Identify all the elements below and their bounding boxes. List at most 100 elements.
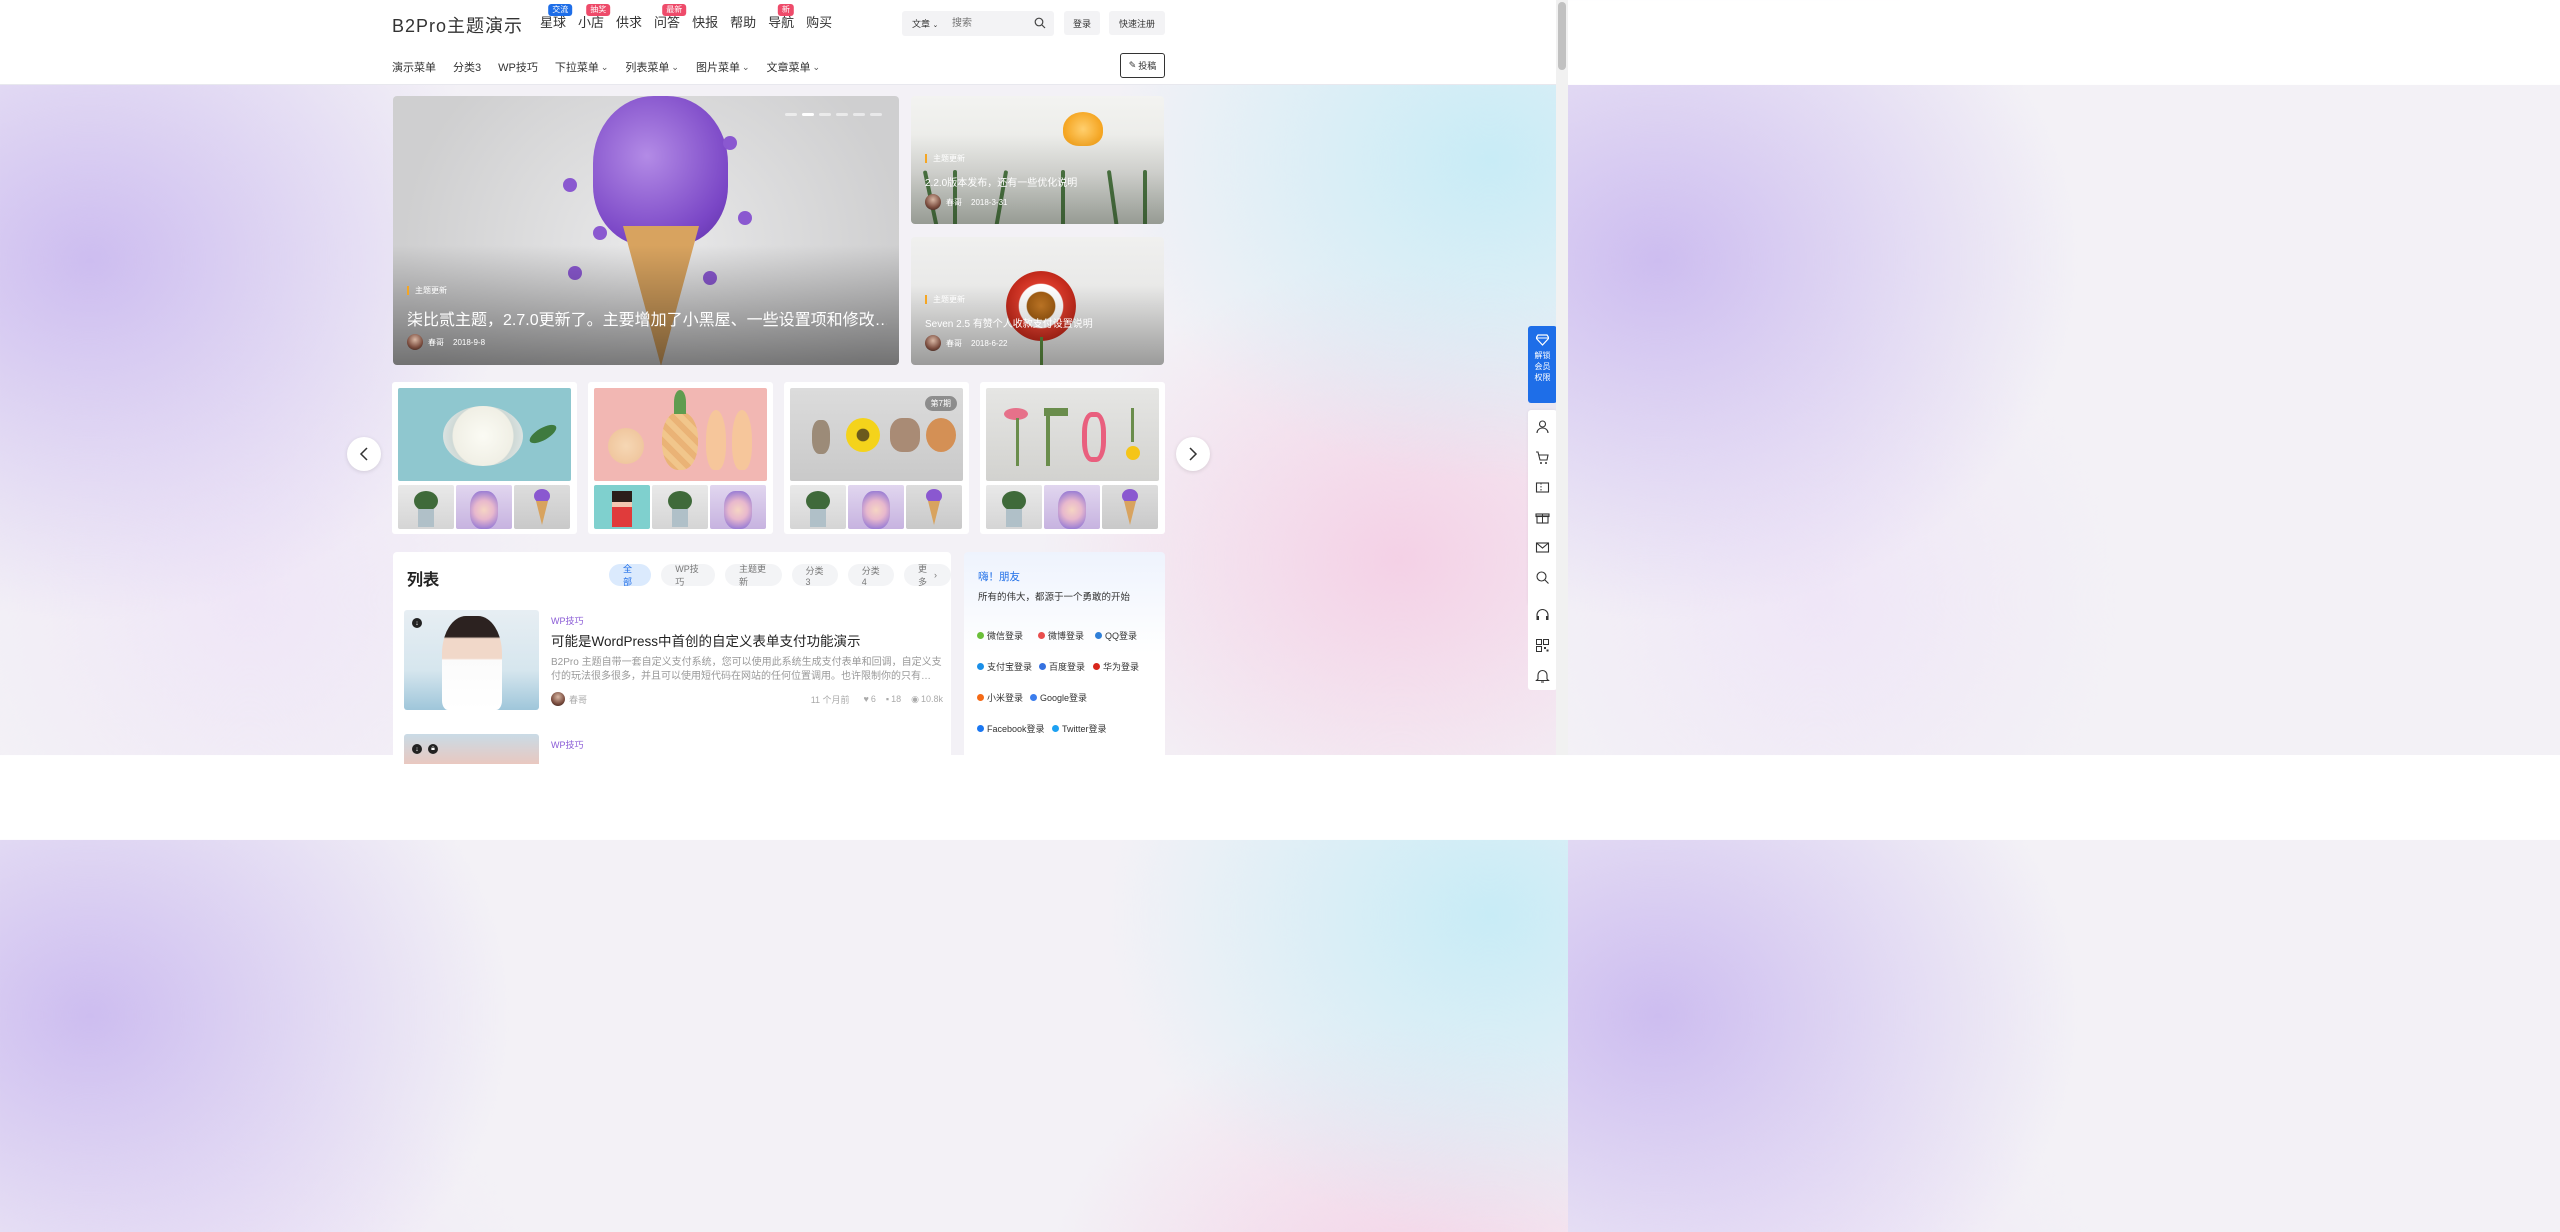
ticket-icon[interactable] bbox=[1535, 480, 1550, 495]
welcome-subtitle: 所有的伟大，都源于一个勇敢的开始 bbox=[978, 592, 1131, 603]
hero-title[interactable]: 柒比贰主题，2.7.0更新了。主要增加了小黑屋、一些设置项和修改… bbox=[407, 306, 887, 330]
card-date: 2018-6-22 bbox=[971, 338, 1008, 348]
avatar[interactable] bbox=[925, 194, 941, 210]
search-input[interactable] bbox=[952, 15, 1032, 32]
avatar[interactable] bbox=[551, 692, 565, 706]
carousel-next-button[interactable] bbox=[1176, 437, 1210, 471]
hero-author[interactable]: 春哥 bbox=[428, 337, 444, 348]
nav-item-help[interactable]: 帮助 bbox=[730, 16, 756, 30]
collection-card[interactable] bbox=[980, 382, 1165, 534]
post-thumbnail[interactable]: ↓ 🔒︎ bbox=[404, 734, 539, 764]
eye-icon: ◉ bbox=[911, 693, 919, 704]
alipay-login[interactable]: 支付宝登录 bbox=[977, 660, 1032, 673]
subnav-item-wp[interactable]: WP技巧 bbox=[498, 59, 538, 75]
toolbar-group bbox=[1528, 596, 1557, 690]
login-button[interactable]: 登录 bbox=[1064, 11, 1100, 35]
carousel-prev-button[interactable] bbox=[347, 437, 381, 471]
nav-item-buy[interactable]: 购买 bbox=[806, 16, 832, 30]
card-author[interactable]: 春哥 bbox=[946, 338, 962, 349]
nav-item-news[interactable]: 快报 bbox=[692, 16, 718, 30]
nav-item-supply[interactable]: 供求 bbox=[616, 16, 642, 30]
nav-badge: 最新 bbox=[662, 4, 687, 16]
vip-unlock-button[interactable]: 解锁会员权限 bbox=[1528, 326, 1557, 403]
chevron-right-icon bbox=[1189, 447, 1198, 461]
post-thumbnail[interactable]: ↓ bbox=[404, 610, 539, 710]
collection-card[interactable]: 第7期 bbox=[784, 382, 969, 534]
collection-image bbox=[398, 388, 571, 481]
card-author[interactable]: 春哥 bbox=[946, 197, 962, 208]
collection-card[interactable] bbox=[392, 382, 577, 534]
twitter-icon bbox=[1052, 725, 1059, 732]
subnav-item-cat3[interactable]: 分类3 bbox=[453, 59, 481, 75]
post-category[interactable]: WP技巧 bbox=[551, 738, 584, 751]
download-icon: ↓ bbox=[412, 618, 422, 628]
twitter-login[interactable]: Twitter登录 bbox=[1052, 722, 1107, 735]
card-title[interactable]: 2.2.0版本发布，还有一些优化说明 bbox=[925, 174, 1077, 189]
post-list: 列表 全部 WP技巧 主题更新 分类3 分类4 更多 › ↓ WP技巧 可能是Wo… bbox=[393, 552, 951, 764]
card-category[interactable]: 主题更新 bbox=[925, 154, 965, 163]
hero-slide[interactable]: 主题更新 柒比贰主题，2.7.0更新了。主要增加了小黑屋、一些设置项和修改… 春… bbox=[393, 96, 899, 365]
nav-badge: 新 bbox=[777, 4, 794, 16]
tab-theme-update[interactable]: 主题更新 bbox=[725, 564, 782, 587]
gift-icon[interactable] bbox=[1535, 510, 1550, 525]
cart-icon[interactable] bbox=[1535, 450, 1550, 465]
site-logo[interactable]: B2Pro主题演示 bbox=[392, 12, 523, 38]
post-button[interactable]: ✎ 投稿 bbox=[1120, 53, 1165, 78]
facebook-login[interactable]: Facebook登录 bbox=[977, 722, 1045, 735]
chevron-right-icon: › bbox=[934, 570, 937, 580]
post-title[interactable]: 可能是WordPress中首创的自定义表单支付功能演示 bbox=[551, 630, 861, 650]
nav-item-shop[interactable]: 小店 抽奖 bbox=[578, 4, 611, 30]
post-excerpt: B2Pro 主题自带一套自定义支付系统，您可以使用此系统生成支付表单和回调，自定… bbox=[551, 657, 942, 682]
tab-more[interactable]: 更多 › bbox=[903, 564, 951, 587]
subnav-item-list[interactable]: 列表菜单 ⌄ bbox=[625, 59, 679, 75]
bell-icon[interactable] bbox=[1535, 668, 1550, 683]
hero-category[interactable]: 主题更新 bbox=[407, 286, 447, 295]
weibo-login[interactable]: 微博登录 bbox=[1038, 629, 1084, 642]
search-icon[interactable] bbox=[1535, 570, 1550, 585]
google-login[interactable]: Google登录 bbox=[1030, 691, 1087, 704]
avatar[interactable] bbox=[407, 334, 423, 350]
side-card[interactable]: 主题更新 2.2.0版本发布，还有一些优化说明 春哥 2018-3-31 bbox=[911, 96, 1164, 224]
heart-icon: ♥ bbox=[863, 694, 869, 704]
page-scrollbar[interactable] bbox=[1556, 0, 1568, 755]
subnav-item-demo[interactable]: 演示菜单 bbox=[392, 59, 436, 75]
card-title[interactable]: Seven 2.5 有赞个人收款支付设置说明 bbox=[925, 315, 1093, 330]
chevron-down-icon: ⌄ bbox=[600, 61, 609, 72]
nav-item-directory[interactable]: 导航新 bbox=[768, 4, 794, 30]
nav-item-qa[interactable]: 问答 最新 bbox=[654, 4, 687, 30]
post-category[interactable]: WP技巧 bbox=[551, 614, 584, 627]
card-category[interactable]: 主题更新 bbox=[925, 295, 965, 304]
qrcode-icon[interactable] bbox=[1535, 638, 1550, 653]
tab-all[interactable]: 全部 bbox=[609, 564, 652, 587]
baidu-login[interactable]: 百度登录 bbox=[1039, 660, 1085, 673]
subnav-item-article[interactable]: 文章菜单 ⌄ bbox=[767, 59, 821, 75]
tab-category3[interactable]: 分类3 bbox=[791, 564, 838, 587]
user-icon[interactable] bbox=[1535, 419, 1550, 434]
wechat-login[interactable]: 微信登录 bbox=[977, 629, 1023, 642]
collection-card[interactable] bbox=[588, 382, 773, 534]
subnav-item-dropdown[interactable]: 下拉菜单 ⌄ bbox=[555, 59, 609, 75]
subnav-item-image[interactable]: 图片菜单 ⌄ bbox=[696, 59, 750, 75]
diamond-icon bbox=[1536, 334, 1549, 346]
comment-count: 18 bbox=[891, 694, 902, 704]
qq-login[interactable]: QQ登录 bbox=[1095, 629, 1137, 642]
huawei-login[interactable]: 华为登录 bbox=[1093, 660, 1139, 673]
tab-wp-tips[interactable]: WP技巧 bbox=[661, 564, 715, 587]
slider-dots[interactable] bbox=[785, 113, 882, 116]
xiaomi-login[interactable]: 小米登录 bbox=[977, 691, 1023, 704]
search-icon[interactable] bbox=[1034, 17, 1046, 29]
register-button[interactable]: 快速注册 bbox=[1109, 11, 1165, 35]
xiaomi-icon bbox=[977, 694, 984, 701]
search-type-select[interactable]: 文章 ⌄ bbox=[912, 17, 938, 30]
tab-category4[interactable]: 分类4 bbox=[847, 564, 894, 587]
nav-item-planet[interactable]: 星球 交流 bbox=[540, 4, 573, 30]
post-author[interactable]: 春哥 bbox=[569, 693, 587, 706]
support-icon[interactable] bbox=[1535, 608, 1550, 623]
side-card[interactable]: 主题更新 Seven 2.5 有赞个人收款支付设置说明 春哥 2018-6-22 bbox=[911, 237, 1164, 365]
welcome-widget: 嗨！朋友 所有的伟大，都源于一个勇敢的开始 微信登录 微博登录 QQ登录 支付宝… bbox=[964, 552, 1165, 755]
message-icon[interactable] bbox=[1535, 540, 1550, 555]
scrollbar-thumb[interactable] bbox=[1558, 2, 1566, 70]
avatar[interactable] bbox=[925, 335, 941, 351]
collection-image: 第7期 bbox=[790, 388, 963, 481]
baidu-icon bbox=[1039, 663, 1046, 670]
